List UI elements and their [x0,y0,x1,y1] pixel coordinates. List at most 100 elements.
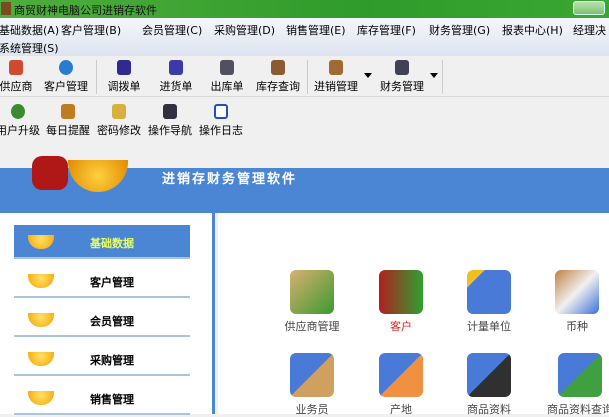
label: 财务管理 [380,80,424,93]
menu-sales[interactable]: 销售管理(E) [286,22,346,38]
label: 会员管理 [90,315,134,328]
gold-ingot-icon [28,313,54,327]
lock-icon [112,104,126,119]
label: 用户升级 [0,124,40,137]
product-query-tile[interactable]: 商品资料查询 [535,353,609,417]
sales-mgmt-button[interactable]: 进销管理 [312,60,360,94]
sidebar-item-basic-data[interactable]: 基础数据 [14,225,190,259]
label: 每日提醒 [46,124,90,137]
chevron-down-icon[interactable] [364,73,372,78]
supplier-book-icon [290,270,334,314]
label: 客户管理 [90,276,134,289]
sidebar-item-member[interactable]: 会员管理 [14,303,190,337]
title-bar: 商贸财神电脑公司进销存软件 [0,0,609,18]
unit-tile[interactable]: 计量单位 [447,270,531,334]
gold-ingot-icon [28,235,54,249]
separator [307,60,308,94]
origin-tile[interactable]: 产地 [359,353,443,417]
minimize-button[interactable] [573,1,605,15]
sidebar: 基础数据 客户管理 会员管理 采购管理 销售管理 [0,213,215,415]
label: 采购管理 [90,354,134,367]
chevron-down-icon[interactable] [430,73,438,78]
box-icon [329,60,343,75]
supplier-management-tile[interactable]: 供应商管理 [270,270,354,334]
product-info-tile[interactable]: 商品资料 [447,353,531,417]
clipboard-icon [163,104,177,119]
label: 业务员 [295,403,329,416]
menu-inventory[interactable]: 库存管理(F) [357,22,416,38]
menu-member[interactable]: 会员管理(C) [142,22,202,38]
label: 基础数据 [90,237,134,250]
menu-basic-data[interactable]: 基础数据(A) [0,22,59,38]
globe-icon [11,104,25,119]
gold-ingot-icon [28,274,54,288]
label: 密码修改 [97,124,141,137]
operation-log-button[interactable]: 操作日志 [197,104,245,138]
separator [442,60,443,94]
menu-system[interactable]: 系统管理(S) [0,40,59,56]
app-icon [1,2,11,15]
label: 供应商 [0,80,33,93]
customer-button[interactable]: 客户管理 [42,60,90,94]
banner-title: 进销存财务管理软件 [162,172,298,187]
label: 出库单 [210,80,244,93]
gold-ingot-icon [28,352,54,366]
battery-icon [169,60,183,75]
label: 客户 [390,320,412,333]
sidebar-item-sales[interactable]: 销售管理 [14,381,190,415]
menu-finance[interactable]: 财务管理(G) [429,22,490,38]
label: 操作日志 [199,124,243,137]
menu-customer[interactable]: 客户管理(B) [61,22,121,38]
daily-reminder-button[interactable]: 每日提醒 [44,104,92,138]
floppy-icon [214,104,228,119]
label: 进货单 [159,80,193,93]
label: 客户管理 [44,80,88,93]
outbound-button[interactable]: 出库单 [207,60,247,94]
change-password-button[interactable]: 密码修改 [95,104,143,138]
label: 操作导航 [148,124,192,137]
label: 供应商管理 [284,320,340,333]
upgrade-button[interactable]: 用户升级 [0,104,40,138]
query-icon [271,60,285,75]
globe-folder-icon [558,353,602,397]
film-folder-icon [467,353,511,397]
label: 币种 [566,320,588,333]
label: 商品资料 [467,403,511,416]
transfer-button[interactable]: 调拨单 [104,60,144,94]
gold-ingot-icon [28,391,54,405]
stock-query-button[interactable]: 库存查询 [254,60,302,94]
sidebar-item-purchase[interactable]: 采购管理 [14,342,190,376]
label: 产地 [390,403,412,416]
toolbar-main: 供应商 客户管理 调拨单 进货单 出库单 库存查询 进销管理 财务管理 [0,57,609,97]
star-folder-icon [467,270,511,314]
clipboard-icon [220,60,234,75]
label: 计量单位 [467,320,511,333]
sidebar-item-customer[interactable]: 客户管理 [14,264,190,298]
menu-reports[interactable]: 报表中心(H) [502,22,563,38]
search-folder-icon [379,353,423,397]
purchase-order-button[interactable]: 进货单 [156,60,196,94]
navigation-button[interactable]: 操作导航 [146,104,194,138]
supplier-icon [9,60,23,75]
clipboard-check-icon [555,270,599,314]
currency-tile[interactable]: 币种 [535,270,609,334]
label: 销售管理 [90,393,134,406]
finance-mgmt-button[interactable]: 财务管理 [378,60,426,94]
label: 调拨单 [107,80,141,93]
supplier-button[interactable]: 供应商 [0,60,34,94]
module-grid: 供应商管理 客户 计量单位 币种 业务员 产地 商品资料 商品资料查询 [218,213,609,417]
menu-manager[interactable]: 经理决 [573,22,606,38]
label: 进销管理 [314,80,358,93]
globe-icon [59,60,73,75]
toolbar-secondary: 用户升级 每日提醒 密码修改 操作导航 操作日志 [0,98,609,140]
customer-tile[interactable]: 客户 [359,270,443,334]
menu-purchase[interactable]: 采购管理(D) [214,22,275,38]
fortune-god-logo [32,140,142,192]
salesperson-tile[interactable]: 业务员 [270,353,354,417]
label: 商品资料查询 [547,403,609,416]
window-title: 商贸财神电脑公司进销存软件 [14,4,157,17]
box-folder-icon [290,353,334,397]
people-icon [379,270,423,314]
label: 库存查询 [256,80,300,93]
separator [96,60,97,94]
